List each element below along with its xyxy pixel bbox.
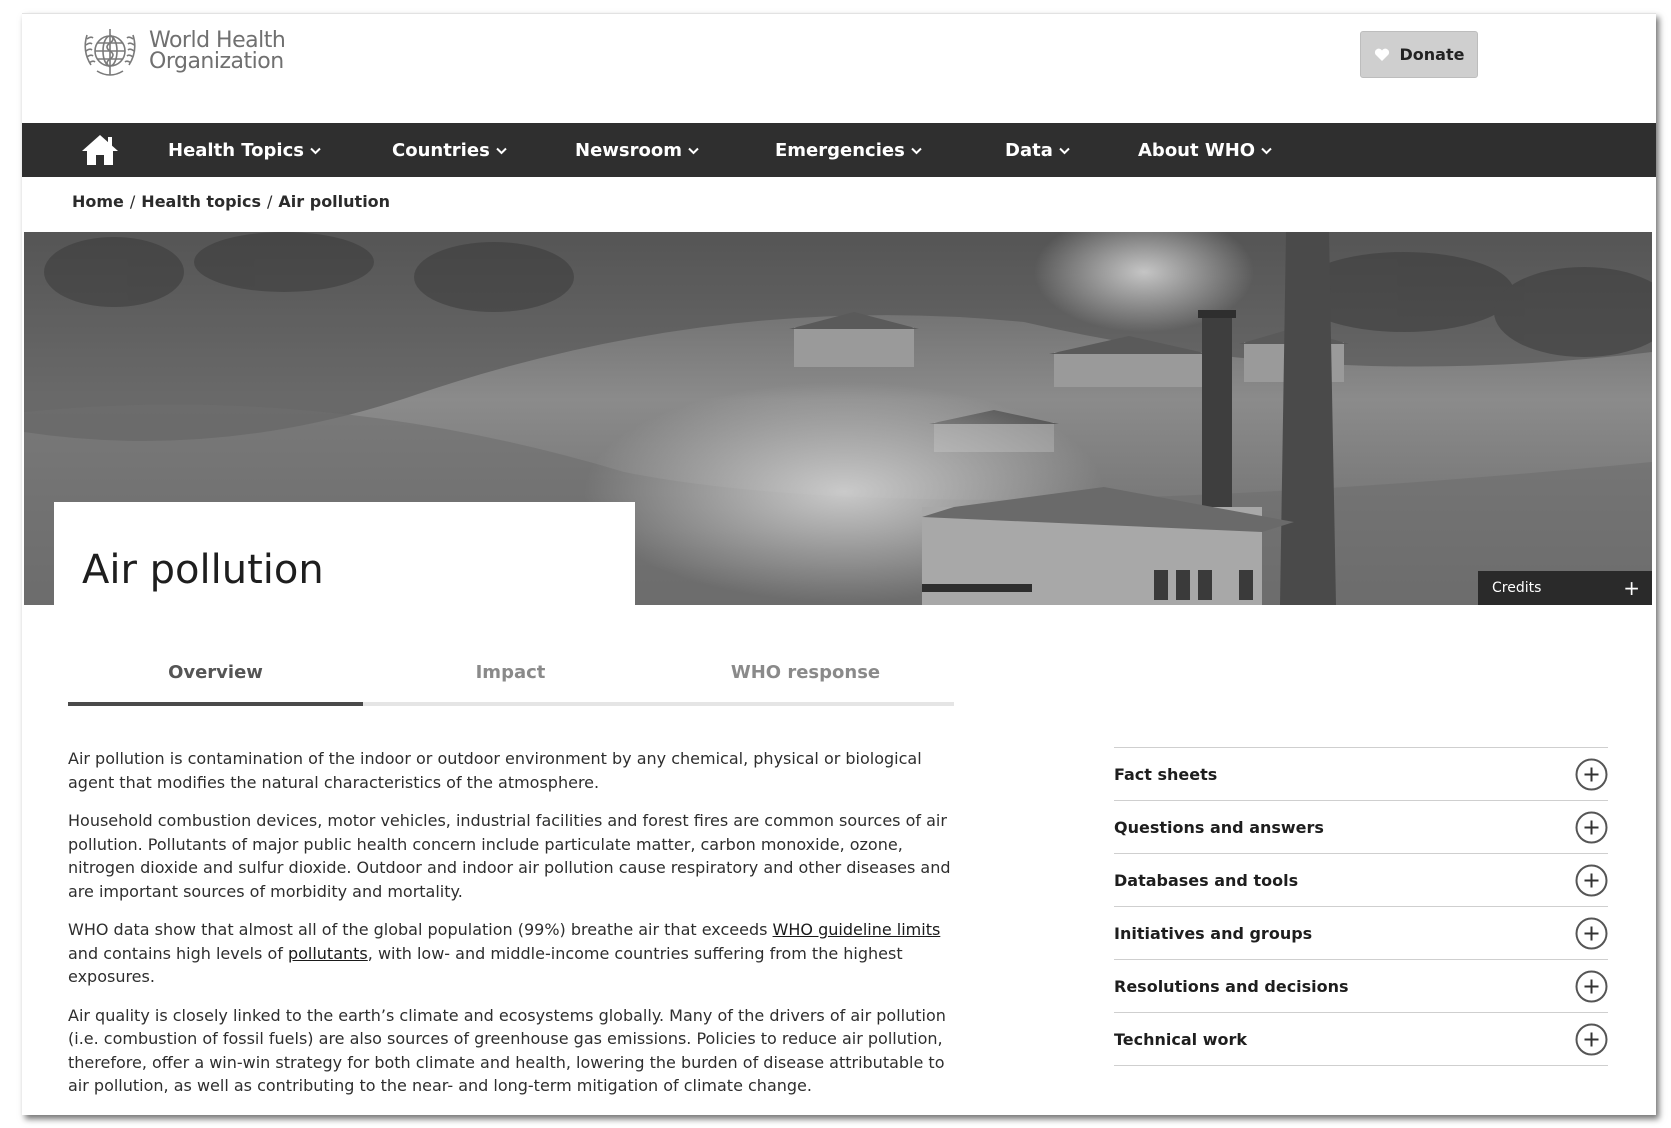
accordion-questions-and-answers[interactable]: Questions and answers bbox=[1114, 801, 1608, 854]
tab-overview[interactable]: Overview bbox=[68, 654, 363, 706]
credits-button[interactable]: Credits + bbox=[1478, 571, 1652, 605]
nav-label: Data bbox=[1005, 139, 1053, 161]
breadcrumb: Home / Health topics / Air pollution bbox=[72, 192, 390, 211]
accordion-resolutions-and-decisions[interactable]: Resolutions and decisions bbox=[1114, 960, 1608, 1013]
who-emblem-icon bbox=[84, 29, 136, 76]
nav-label: About WHO bbox=[1138, 139, 1256, 161]
breadcrumb-current: Air pollution bbox=[278, 192, 391, 211]
chevron-down-icon bbox=[1059, 147, 1070, 155]
nav-item-data[interactable]: Data bbox=[1005, 123, 1070, 177]
nav-item-about-who[interactable]: About WHO bbox=[1138, 123, 1272, 177]
plus-circle-icon bbox=[1575, 970, 1608, 1002]
page-title: Air pollution bbox=[82, 547, 324, 593]
plus-circle-icon bbox=[1575, 811, 1608, 843]
logo-line2: Organization bbox=[149, 49, 284, 74]
nav-item-newsroom[interactable]: Newsroom bbox=[575, 123, 699, 177]
chevron-down-icon bbox=[911, 147, 922, 155]
accordion-fact-sheets[interactable]: Fact sheets bbox=[1114, 748, 1608, 801]
nav-label: Countries bbox=[392, 139, 490, 161]
accordion-label: Initiatives and groups bbox=[1114, 923, 1313, 943]
plus-circle-icon bbox=[1575, 864, 1608, 896]
chevron-down-icon bbox=[1261, 147, 1272, 155]
pollutants-link[interactable]: pollutants bbox=[288, 944, 368, 963]
paragraph-definition: Air pollution is contamination of the in… bbox=[68, 749, 922, 792]
plus-circle-icon bbox=[1575, 758, 1608, 790]
main-nav: Health Topics Countries Newsroom Emergen… bbox=[22, 123, 1656, 177]
accordion-technical-work[interactable]: Technical work bbox=[1114, 1013, 1608, 1066]
home-icon[interactable] bbox=[80, 133, 120, 167]
plus-icon: + bbox=[1623, 576, 1640, 600]
heart-icon bbox=[1374, 48, 1389, 61]
chevron-down-icon bbox=[310, 147, 321, 155]
overview-content: Air pollution is contamination of the in… bbox=[68, 747, 968, 1113]
nav-item-countries[interactable]: Countries bbox=[392, 123, 507, 177]
credits-label: Credits bbox=[1492, 580, 1542, 596]
resources-accordion: Fact sheets Questions and answers Databa… bbox=[1114, 747, 1608, 1066]
breadcrumb-home[interactable]: Home bbox=[72, 192, 124, 211]
who-logo[interactable]: World Health Organization bbox=[77, 21, 286, 81]
breadcrumb-health-topics[interactable]: Health topics bbox=[141, 192, 261, 211]
nav-label: Health Topics bbox=[168, 139, 304, 161]
paragraph-sources: Household combustion devices, motor vehi… bbox=[68, 811, 951, 901]
accordion-label: Databases and tools bbox=[1114, 870, 1299, 890]
paragraph-text: and contains high levels of bbox=[68, 943, 288, 963]
tab-who-response[interactable]: WHO response bbox=[658, 654, 953, 702]
accordion-initiatives-and-groups[interactable]: Initiatives and groups bbox=[1114, 907, 1608, 960]
chevron-down-icon bbox=[496, 147, 507, 155]
plus-circle-icon bbox=[1575, 1023, 1608, 1055]
accordion-databases-and-tools[interactable]: Databases and tools bbox=[1114, 854, 1608, 907]
nav-label: Emergencies bbox=[775, 139, 905, 161]
paragraph-text: WHO data show that almost all of the glo… bbox=[68, 920, 773, 939]
plus-circle-icon bbox=[1575, 917, 1608, 949]
donate-label: Donate bbox=[1399, 45, 1465, 64]
hero-title-box: Air pollution bbox=[54, 502, 635, 605]
chevron-down-icon bbox=[688, 147, 699, 155]
hero-banner: Air pollution Credits + bbox=[24, 232, 1652, 605]
nav-item-health-topics[interactable]: Health Topics bbox=[168, 123, 321, 177]
logo-wordmark: World Health Organization bbox=[149, 28, 286, 74]
accordion-label: Technical work bbox=[1114, 1029, 1248, 1049]
paragraph-climate: Air quality is closely linked to the ear… bbox=[68, 1005, 946, 1096]
accordion-label: Questions and answers bbox=[1114, 817, 1324, 837]
nav-label: Newsroom bbox=[575, 139, 682, 161]
accordion-label: Fact sheets bbox=[1114, 764, 1218, 784]
nav-item-emergencies[interactable]: Emergencies bbox=[775, 123, 922, 177]
accordion-label: Resolutions and decisions bbox=[1114, 976, 1349, 996]
donate-button[interactable]: Donate bbox=[1360, 31, 1478, 78]
content-tabs: Overview Impact WHO response bbox=[68, 654, 954, 706]
paragraph-who-data: WHO data show that almost all of the glo… bbox=[68, 918, 968, 989]
breadcrumb-separator: / bbox=[129, 192, 136, 211]
page: World Health Organization Donate Health … bbox=[22, 13, 1656, 1115]
logo-line1: World Health bbox=[149, 28, 286, 53]
breadcrumb-separator: / bbox=[267, 192, 273, 211]
tab-impact[interactable]: Impact bbox=[363, 654, 658, 702]
who-guideline-limits-link[interactable]: WHO guideline limits bbox=[773, 920, 941, 939]
